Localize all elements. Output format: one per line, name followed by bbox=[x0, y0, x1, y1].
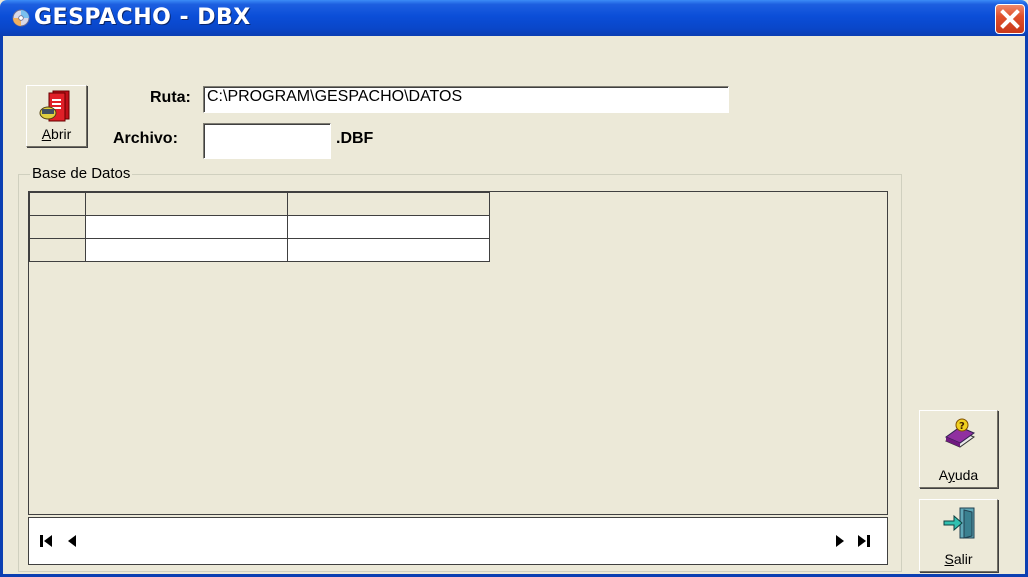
close-icon bbox=[1000, 9, 1020, 29]
grid-table bbox=[29, 192, 490, 262]
file-name-field[interactable] bbox=[203, 123, 331, 159]
close-button[interactable] bbox=[995, 4, 1025, 34]
open-button[interactable]: Abrir bbox=[26, 85, 87, 147]
row-indicator[interactable] bbox=[29, 238, 86, 262]
exit-button-label: Salir bbox=[944, 551, 973, 567]
book-open-icon bbox=[39, 90, 70, 122]
first-record-icon[interactable] bbox=[35, 528, 61, 554]
help-button[interactable]: ? Ayuda bbox=[919, 410, 998, 488]
last-record-icon[interactable] bbox=[851, 528, 877, 554]
grid-cell[interactable] bbox=[287, 238, 490, 262]
grid-header-row bbox=[29, 192, 490, 216]
next-record-icon[interactable] bbox=[827, 528, 853, 554]
cd-icon bbox=[12, 9, 30, 27]
table-row[interactable] bbox=[29, 238, 490, 262]
help-book-icon: ? bbox=[944, 418, 976, 448]
grid-header-cell[interactable] bbox=[287, 192, 490, 216]
grid-cell[interactable] bbox=[85, 215, 288, 239]
grid-header-cell[interactable] bbox=[85, 192, 288, 216]
svg-text:?: ? bbox=[959, 421, 965, 432]
path-label: Ruta: bbox=[150, 89, 191, 106]
record-navigator bbox=[28, 517, 888, 565]
database-group-title: Base de Datos bbox=[30, 165, 133, 182]
help-button-label: Ayuda bbox=[938, 467, 979, 483]
grid-corner-cell bbox=[29, 192, 86, 216]
file-label: Archivo: bbox=[113, 130, 178, 147]
table-row[interactable] bbox=[29, 215, 490, 239]
exit-button[interactable]: Salir bbox=[919, 499, 998, 572]
window-title: GESPACHO - DBX bbox=[34, 5, 251, 30]
file-extension: .DBF bbox=[336, 130, 374, 147]
path-field[interactable]: C:\PROGRAM\GESPACHO\DATOS bbox=[203, 86, 729, 113]
data-grid[interactable] bbox=[28, 191, 888, 515]
row-indicator[interactable] bbox=[29, 215, 86, 239]
prev-record-icon[interactable] bbox=[61, 528, 87, 554]
title-bar[interactable]: GESPACHO - DBX bbox=[0, 0, 1028, 36]
open-button-label: Abrir bbox=[41, 126, 72, 142]
exit-door-icon bbox=[943, 507, 975, 539]
grid-cell[interactable] bbox=[85, 238, 288, 262]
grid-cell[interactable] bbox=[287, 215, 490, 239]
